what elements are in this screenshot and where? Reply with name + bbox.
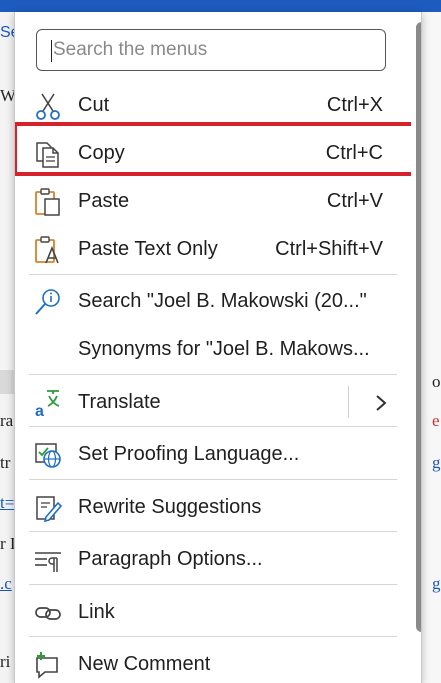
menu-item-link[interactable]: Link bbox=[15, 588, 407, 636]
menu-item-set-proofing-language[interactable]: Set Proofing Language... bbox=[15, 430, 407, 478]
menu-item-synonyms[interactable]: Synonyms for "Joel B. Makows... bbox=[15, 325, 407, 373]
bg-link-fragment[interactable]: .c bbox=[0, 574, 12, 594]
bg-fragment: ra bbox=[0, 411, 14, 430]
menu-item-new-comment[interactable]: New Comment bbox=[15, 640, 407, 683]
menu-item-label: Link bbox=[78, 601, 115, 623]
menu-item-label: Synonyms for "Joel B. Makows... bbox=[78, 338, 370, 360]
rewrite-icon bbox=[36, 496, 63, 523]
menu-item-label: Set Proofing Language... bbox=[78, 443, 300, 465]
menu-separator bbox=[29, 636, 397, 637]
menu-item-shortcut: Ctrl+Shift+V bbox=[275, 238, 383, 260]
menu-item-shortcut: Ctrl+V bbox=[326, 190, 383, 212]
menu-item-paste[interactable]: Paste Ctrl+V bbox=[15, 177, 407, 225]
comment-icon bbox=[36, 652, 58, 679]
submenu-divider bbox=[348, 386, 349, 418]
paste-icon bbox=[35, 188, 60, 216]
translate-icon: a bbox=[35, 390, 60, 418]
bg-link-fragment[interactable]: g bbox=[432, 574, 441, 594]
paste-text-only-icon bbox=[35, 236, 59, 264]
bg-fragment: o bbox=[432, 372, 441, 391]
document-top-bar bbox=[0, 0, 441, 12]
bg-link-fragment[interactable]: t= bbox=[0, 493, 14, 513]
menu-separator bbox=[29, 584, 397, 585]
menu-item-label: Search "Joel B. Makowski (20..." bbox=[78, 290, 367, 312]
menu-item-label: Paste bbox=[78, 190, 130, 212]
menu-item-paste-text-only[interactable]: Paste Text Only Ctrl+Shift+V bbox=[15, 225, 407, 273]
bg-link-fragment[interactable]: g bbox=[432, 453, 441, 473]
menu-separator bbox=[29, 274, 397, 275]
menu-item-label: Paragraph Options... bbox=[78, 548, 263, 570]
chevron-right-icon[interactable] bbox=[373, 393, 389, 413]
bg-fragment: tr bbox=[0, 453, 11, 472]
search-menus-input[interactable] bbox=[36, 29, 386, 71]
menu-item-label: Paste Text Only bbox=[78, 238, 218, 260]
menu-item-label: New Comment bbox=[78, 653, 211, 675]
search-info-icon bbox=[35, 289, 60, 315]
link-icon bbox=[35, 607, 61, 620]
menu-item-search[interactable]: Search "Joel B. Makowski (20..." bbox=[15, 277, 407, 325]
menu-separator bbox=[29, 426, 397, 427]
scissors-icon bbox=[36, 93, 60, 120]
bg-highlight bbox=[0, 370, 14, 394]
scrollbar-thumb[interactable] bbox=[416, 22, 421, 632]
text-caret bbox=[51, 40, 52, 62]
menu-item-paragraph-options[interactable]: Paragraph Options... bbox=[15, 535, 407, 583]
menu-separator bbox=[29, 531, 397, 532]
svg-text:a: a bbox=[35, 403, 44, 418]
menu-item-label: Cut bbox=[78, 94, 110, 116]
menu-separator bbox=[29, 374, 397, 375]
menu-item-label: Rewrite Suggestions bbox=[78, 496, 262, 518]
menu-item-rewrite-suggestions[interactable]: Rewrite Suggestions bbox=[15, 483, 407, 531]
paragraph-icon bbox=[35, 552, 61, 572]
copy-highlight-box bbox=[15, 122, 419, 176]
proofing-language-icon bbox=[35, 443, 61, 468]
menu-item-shortcut: Ctrl+X bbox=[326, 94, 383, 116]
menu-item-label: Translate bbox=[78, 391, 161, 413]
bg-fragment: ri bbox=[0, 652, 11, 671]
bg-fragment: e bbox=[432, 411, 440, 430]
context-menu: Cut Ctrl+X Copy Ctrl+C Paste Ctrl+V bbox=[14, 12, 422, 683]
menu-separator bbox=[29, 479, 397, 480]
